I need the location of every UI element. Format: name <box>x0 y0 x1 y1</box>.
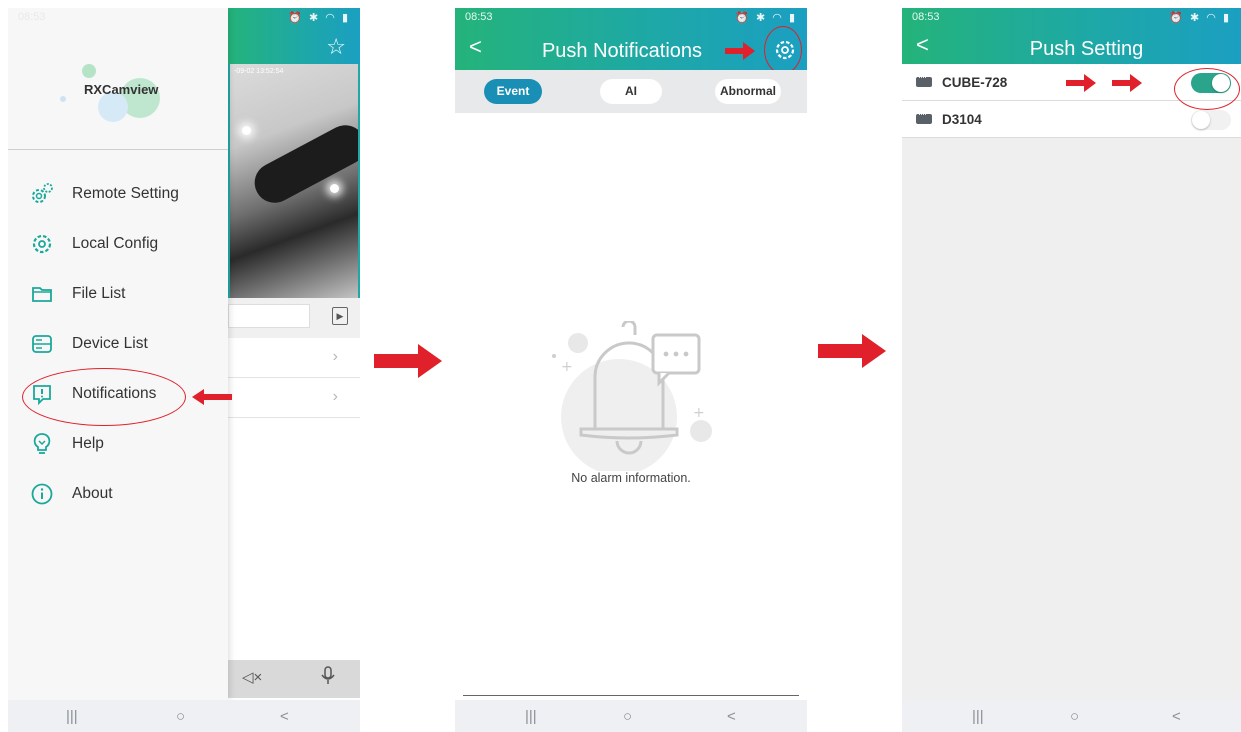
android-navbar: ||| ○ < <box>455 700 807 732</box>
status-time: 08:53 <box>465 11 493 23</box>
server-icon <box>30 332 54 356</box>
status-icons: ⏰ ✱ ◠ ▮ <box>1169 12 1231 24</box>
folder-icon <box>30 282 54 306</box>
info-icon <box>30 482 54 506</box>
tab-abnormal[interactable]: Abnormal <box>715 79 781 104</box>
notification-list: + + No alarm information. <box>455 113 807 698</box>
page-title: Push Setting <box>1029 38 1144 60</box>
playback-toolbar: ▶ <box>228 298 360 338</box>
device-list: CUBE-728 D3104 <box>902 64 1241 700</box>
tab-event[interactable]: Event <box>484 79 542 104</box>
chevron-right-icon: › <box>332 388 338 405</box>
menu-item-label: About <box>72 485 113 502</box>
annotation-arrow-right <box>1066 74 1096 92</box>
recent-apps-button[interactable]: ||| <box>66 708 78 725</box>
gear-icon <box>30 232 54 256</box>
divider <box>463 695 799 696</box>
screen-main-menu: ⏰ ✱ ◠ ▮ ☆ -09-02 13:52:54 ▶ › › ◁× 08:53 <box>8 8 360 732</box>
device-name: D3104 <box>942 112 982 127</box>
menu-item-remote-setting[interactable]: Remote Setting <box>30 179 179 209</box>
video-dark-object <box>247 118 358 210</box>
toggle-knob <box>1192 111 1210 129</box>
status-bar: 08:53 ⏰ ✱ ◠ ▮ <box>455 8 807 30</box>
live-view-header: ⏰ ✱ ◠ ▮ ☆ <box>228 8 360 64</box>
back-button[interactable]: < <box>727 708 736 725</box>
lightbulb-icon <box>30 432 54 456</box>
home-button[interactable]: ○ <box>1070 708 1079 725</box>
tab-ai[interactable]: AI <box>600 79 662 104</box>
status-time: 08:53 <box>912 11 940 23</box>
microphone-icon[interactable] <box>320 666 336 686</box>
menu-item-help[interactable]: Help <box>30 429 104 459</box>
app-logo: RXCamview <box>84 82 159 97</box>
film-strip-icon[interactable]: ▶ <box>332 307 348 325</box>
android-navbar: ||| ○ < <box>902 700 1241 732</box>
push-toggle-d3104[interactable] <box>1191 110 1231 130</box>
status-bar: ⏰ ✱ ◠ ▮ <box>228 8 360 30</box>
annotation-arrow-left <box>192 389 232 405</box>
flow-arrow-right <box>818 334 886 368</box>
drawer-header: RXCamview <box>8 8 228 150</box>
annotation-arrow-right <box>725 42 755 60</box>
recent-apps-button[interactable]: ||| <box>972 708 984 725</box>
list-item[interactable]: › <box>228 338 360 378</box>
screen-push-notifications: 08:53 ⏰ ✱ ◠ ▮ < Push Notifications Event… <box>455 8 807 732</box>
svg-text:+: + <box>693 405 705 421</box>
home-button[interactable]: ○ <box>623 708 632 725</box>
annotation-circle <box>764 26 802 74</box>
video-timestamp: -09-02 13:52:54 <box>234 68 284 75</box>
menu-item-about[interactable]: About <box>30 479 113 509</box>
flow-arrow-right <box>374 344 442 378</box>
audio-controls: ◁× <box>228 660 360 698</box>
svg-text:+: + <box>561 359 573 375</box>
live-video-feed[interactable]: -09-02 13:52:54 <box>228 64 360 298</box>
playback-field[interactable] <box>228 304 310 328</box>
back-button[interactable]: < <box>1172 708 1181 725</box>
device-icon <box>916 72 932 87</box>
list-item[interactable]: › <box>228 378 360 418</box>
screen-push-setting: 08:53 ⏰ ✱ ◠ ▮ < Push Setting CUBE-728 D3… <box>902 8 1241 732</box>
device-icon <box>916 109 932 124</box>
status-icons: ⏰ ✱ ◠ ▮ <box>735 12 797 24</box>
empty-state-message: No alarm information. <box>571 471 691 485</box>
home-button[interactable]: ○ <box>176 708 185 725</box>
gears-icon <box>30 182 54 206</box>
logo-dot <box>82 64 96 78</box>
recent-apps-button[interactable]: ||| <box>525 708 537 725</box>
menu-item-device-list[interactable]: Device List <box>30 329 148 359</box>
chevron-right-icon: › <box>332 348 338 365</box>
ceiling-light <box>330 184 339 193</box>
menu-item-label: Remote Setting <box>72 185 179 202</box>
empty-bell-illustration: + + <box>552 321 712 471</box>
app-header: 08:53 ⏰ ✱ ◠ ▮ < Push Notifications <box>455 8 807 70</box>
content-area <box>228 418 360 666</box>
star-outline-icon[interactable]: ☆ <box>326 34 346 60</box>
annotation-arrow-right <box>1112 74 1142 92</box>
menu-item-label: File List <box>72 285 126 302</box>
device-name: CUBE-728 <box>942 75 1008 90</box>
navigation-drawer: 08:53 RXCamview Remote Setting Local Con… <box>8 8 228 700</box>
menu-item-label: Help <box>72 435 104 452</box>
menu-item-file-list[interactable]: File List <box>30 279 125 309</box>
annotation-circle <box>22 368 186 426</box>
menu-item-label: Device List <box>72 335 148 352</box>
logo-dot <box>60 96 66 102</box>
status-icons: ⏰ ✱ ◠ ▮ <box>288 12 350 24</box>
menu-item-local-config[interactable]: Local Config <box>30 229 158 259</box>
speaker-mute-icon[interactable]: ◁× <box>242 668 262 686</box>
menu-item-label: Local Config <box>72 235 159 252</box>
ceiling-light <box>242 126 251 135</box>
notification-tabs: Event AI Abnormal <box>455 70 807 113</box>
android-navbar: ||| ○ < <box>8 700 360 732</box>
status-bar: 08:53 ⏰ ✱ ◠ ▮ <box>902 8 1241 30</box>
app-header: 08:53 ⏰ ✱ ◠ ▮ < Push Setting <box>902 8 1241 64</box>
back-button[interactable]: < <box>280 708 289 725</box>
annotation-circle <box>1174 68 1240 110</box>
